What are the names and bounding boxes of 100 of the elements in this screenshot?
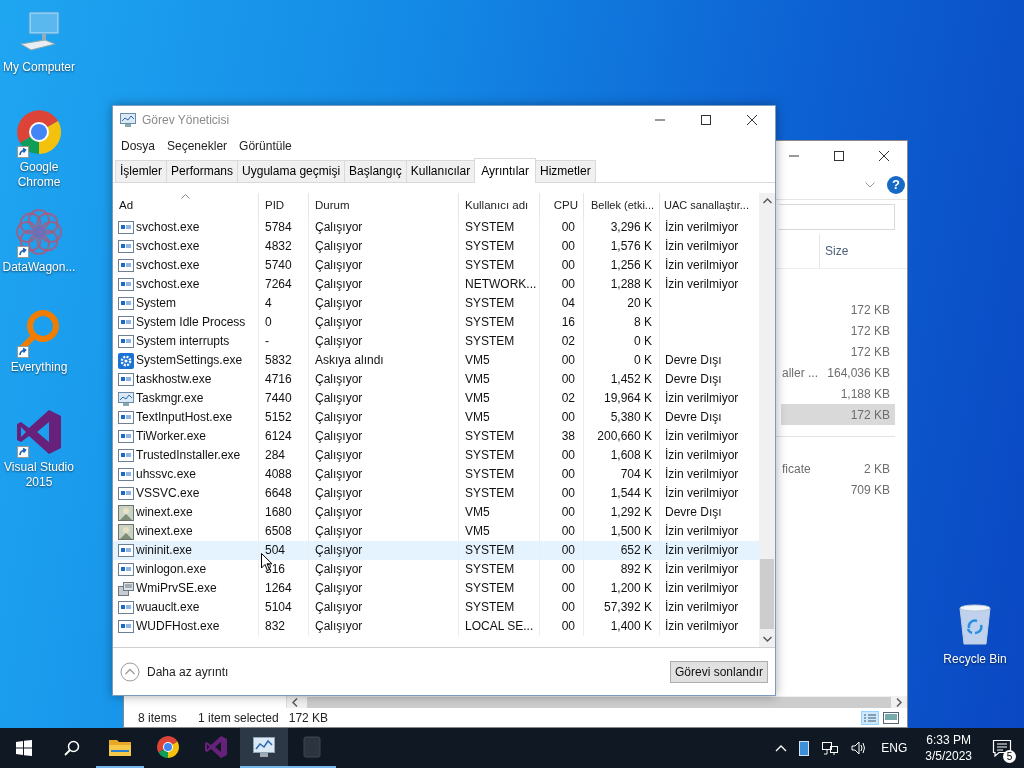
table-cell-text: İzin verilmiyor [665, 466, 739, 483]
language-indicator[interactable]: ENG [881, 741, 908, 755]
table-row[interactable]: svchost.exe 5740 Çalışıyor SYSTEM 00 1,256 K İzin verilmiyor [113, 256, 759, 275]
process-name: winlogon.exe [136, 561, 207, 578]
scroll-up-icon[interactable] [762, 198, 772, 204]
menu-item[interactable]: Görüntüle [233, 138, 298, 153]
table-row[interactable]: VSSVC.exe 6648 Çalışıyor SYSTEM 00 1,544 K İzin verilmiyor [113, 484, 759, 503]
network-icon[interactable] [821, 740, 840, 756]
process-name: Taskmgr.exe [136, 390, 204, 407]
file-row[interactable]: 172 KB [781, 299, 895, 320]
table-row[interactable]: TrustedInstaller.exe 284 Çalışıyor SYSTEM 00 1,608 K İzin verilmiyor [113, 446, 759, 465]
table-row[interactable]: uhssvc.exe 4088 Çalışıyor SYSTEM 00 704 K İzin verilmiyor [113, 465, 759, 484]
table-cell-text: SYSTEM [465, 485, 515, 502]
scrollbar[interactable] [759, 193, 775, 647]
file-row[interactable]: ficate 2 KB [781, 458, 895, 479]
table-row[interactable]: svchost.exe 7264 Çalışıyor NETWORK... 00 1,288 K İzin verilmiyor [113, 275, 759, 294]
column-header[interactable]: CPU [540, 193, 584, 218]
end-task-button[interactable]: Görevi sonlandır [669, 660, 768, 683]
maximize-icon[interactable] [834, 151, 844, 161]
file-row[interactable]: aller ... 164,036 KB [781, 362, 895, 383]
table-row[interactable]: TiWorker.exe 6124 Çalışıyor SYSTEM 38 200,660 K İzin verilmiyor [113, 427, 759, 446]
file-row[interactable]: 1,188 KB [781, 383, 895, 404]
process-name: WmiPrvSE.exe [136, 580, 217, 597]
table-row[interactable]: winext.exe 1680 Çalışıyor VM5 00 1,292 K Devre Dışı [113, 503, 759, 522]
process-name: System interrupts [136, 333, 230, 350]
process-name: wininit.exe [136, 542, 193, 559]
file-size: 709 KB [850, 482, 890, 497]
table-row[interactable]: svchost.exe 5784 Çalışıyor SYSTEM 00 3,296 K İzin verilmiyor [113, 218, 759, 237]
table-row[interactable]: wuauclt.exe 5104 Çalışıyor SYSTEM 00 57,392 K İzin verilmiyor [113, 598, 759, 617]
tab[interactable]: İşlemler [115, 160, 167, 182]
details-view-icon[interactable] [861, 710, 879, 725]
file-row[interactable]: 172 KB [781, 404, 895, 425]
column-header[interactable]: Size [819, 234, 895, 268]
process-name: VSSVC.exe [136, 485, 200, 502]
menu-item[interactable]: Dosya [115, 138, 161, 153]
file-type: aller ... [782, 365, 818, 380]
column-header[interactable]: Ad [113, 193, 259, 218]
table-cell-text: 284 [265, 447, 286, 464]
close-icon[interactable] [747, 115, 757, 125]
scrollbar-thumb[interactable] [760, 559, 774, 629]
search-field[interactable] [779, 204, 895, 230]
table-row[interactable]: SystemSettings.exe 5832 Askıya alındı VM5 00 0 K Devre Dışı [113, 351, 759, 370]
table-cell-text: Çalışıyor [315, 219, 363, 236]
table-row[interactable]: System Idle Process 0 Çalışıyor SYSTEM 16 8 K [113, 313, 759, 332]
table-cell-text: 02 [561, 333, 575, 350]
file-row[interactable]: 172 KB [781, 320, 895, 341]
help-button[interactable]: ? [887, 176, 905, 194]
table-cell-text: İzin verilmiyor [665, 618, 739, 635]
file-row[interactable]: 172 KB [781, 341, 895, 362]
process-name: System Idle Process [136, 314, 246, 331]
scroll-down-icon[interactable] [762, 636, 772, 642]
status-text: 8 items [138, 710, 178, 725]
column-header[interactable]: Bellek (etki... [584, 193, 660, 218]
process-name: winext.exe [136, 504, 193, 521]
icon-label[interactable]: Recycle Bin [937, 652, 1013, 667]
scroll-right-icon[interactable] [896, 697, 902, 707]
table-row[interactable]: WUDFHost.exe 832 Çalışıyor LOCAL SE... 00 1,400 K İzin verilmiyor [113, 617, 759, 636]
chevron-down-icon[interactable] [865, 182, 875, 188]
table-row[interactable]: System 4 Çalışıyor SYSTEM 04 20 K [113, 294, 759, 313]
column-header[interactable]: Durum [309, 193, 459, 218]
table-cell-text: Çalışıyor [315, 333, 363, 350]
table-cell-text: 1,608 K [610, 447, 652, 464]
table-row[interactable]: System interrupts - Çalışıyor SYSTEM 02 0 K [113, 332, 759, 351]
table-cell-text: 3,296 K [610, 219, 652, 236]
tab[interactable]: Performans [166, 160, 239, 182]
tab[interactable]: Hizmetler [534, 160, 596, 182]
fewer-details-link[interactable]: Daha az ayrıntı [120, 661, 229, 682]
chevron-up-icon[interactable] [775, 744, 788, 752]
tablet-icon[interactable] [799, 740, 810, 756]
maximize-icon[interactable] [701, 115, 711, 125]
table-cell-text: SYSTEM [465, 333, 515, 350]
process-name: TextInputHost.exe [136, 409, 233, 426]
tab[interactable]: Ayrıntılar [474, 158, 536, 183]
table-cell-text: 00 [561, 599, 575, 616]
large-icons-view-icon[interactable] [883, 711, 899, 724]
windows-stack-icon [118, 580, 134, 597]
table-row[interactable]: wininit.exe 504 Çalışıyor SYSTEM 00 652 K İzin verilmiyor [113, 541, 759, 560]
scroll-left-icon[interactable] [292, 697, 298, 707]
window-icon [118, 409, 134, 426]
table-row[interactable]: WmiPrvSE.exe 1264 Çalışıyor SYSTEM 00 1,200 K İzin verilmiyor [113, 579, 759, 598]
table-row[interactable]: Taskmgr.exe 7440 Çalışıyor VM5 02 19,964 K İzin verilmiyor [113, 389, 759, 408]
file-row[interactable]: 709 KB [781, 479, 895, 500]
menu-item[interactable]: Seçenekler [161, 138, 234, 153]
tab[interactable]: Başlangıç [344, 160, 407, 182]
column-header[interactable]: Kullanıcı adı [459, 193, 540, 218]
taskbar-button[interactable] [240, 728, 288, 768]
column-header[interactable]: PID [259, 193, 309, 218]
volume-icon[interactable] [851, 741, 868, 755]
table-row[interactable]: svchost.exe 4832 Çalışıyor SYSTEM 00 1,576 K İzin verilmiyor [113, 237, 759, 256]
window-icon [118, 466, 134, 483]
process-name: svchost.exe [136, 276, 200, 293]
tab[interactable]: Kullanıcılar [405, 160, 476, 182]
clock[interactable]: 6:33 PM 3/5/2023 [917, 732, 980, 764]
column-header[interactable]: UAC sanallaştır... [660, 193, 759, 218]
close-icon[interactable] [879, 151, 889, 161]
table-row[interactable]: TextInputHost.exe 5152 Çalışıyor VM5 00 5,380 K Devre Dışı [113, 408, 759, 427]
tab[interactable]: Uygulama geçmişi [237, 160, 346, 182]
app-icon [303, 736, 321, 758]
table-cell-text: 19,964 K [603, 390, 652, 407]
table-row[interactable]: taskhostw.exe 4716 Çalışıyor VM5 00 1,452 K Devre Dışı [113, 370, 759, 389]
